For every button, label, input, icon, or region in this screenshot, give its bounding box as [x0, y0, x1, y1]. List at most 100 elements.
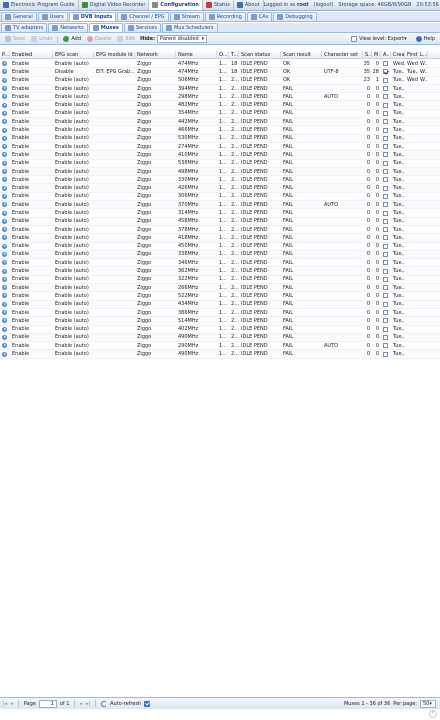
checkbox-icon[interactable]: [383, 310, 388, 316]
play-cell[interactable]: [0, 242, 10, 250]
play-cell[interactable]: [0, 176, 10, 184]
play-cell[interactable]: [0, 209, 10, 217]
active-checkbox[interactable]: [381, 134, 391, 142]
checkbox-icon[interactable]: [383, 243, 388, 249]
play-cell[interactable]: [0, 226, 10, 234]
column-header[interactable]: Name: [176, 50, 217, 59]
play-cell[interactable]: [0, 126, 10, 134]
play-cell[interactable]: [0, 60, 10, 68]
dvb-tab-2[interactable]: Muxes: [88, 23, 123, 32]
play-cell[interactable]: [0, 217, 10, 225]
play-icon[interactable]: [2, 77, 7, 83]
play-icon[interactable]: [2, 144, 7, 150]
config-tab-7[interactable]: Debugging: [273, 12, 317, 21]
active-checkbox[interactable]: [381, 85, 391, 93]
column-header[interactable]: P...: [0, 50, 10, 59]
play-icon[interactable]: [2, 202, 7, 208]
column-header[interactable]: First...: [405, 50, 418, 59]
first-page-icon[interactable]: |◂: [3, 701, 7, 707]
play-cell[interactable]: [0, 292, 10, 300]
play-icon[interactable]: [2, 235, 7, 241]
checkbox-icon[interactable]: [383, 210, 388, 216]
play-cell[interactable]: [0, 267, 10, 275]
play-icon[interactable]: [2, 102, 7, 108]
play-cell[interactable]: [0, 93, 10, 101]
active-checkbox[interactable]: [381, 242, 391, 250]
play-cell[interactable]: [0, 118, 10, 126]
active-checkbox[interactable]: [381, 118, 391, 126]
table-row[interactable]: Enable Enable (auto) Ziggo 490MHz 1... 2... ID…: [0, 350, 440, 359]
config-tab-2[interactable]: DVB Inputs: [68, 12, 117, 21]
edit-button[interactable]: Edit: [114, 35, 138, 44]
active-checkbox[interactable]: [381, 101, 391, 109]
play-icon[interactable]: [2, 86, 7, 92]
play-icon[interactable]: [2, 160, 7, 166]
help-button[interactable]: Help: [413, 35, 438, 44]
active-checkbox[interactable]: [381, 309, 391, 317]
checkbox-icon[interactable]: [383, 110, 388, 116]
play-cell[interactable]: [0, 68, 10, 76]
column-header[interactable]: Scan result: [281, 50, 322, 59]
play-cell[interactable]: [0, 143, 10, 151]
page-input[interactable]: 1: [38, 699, 57, 708]
checkbox-icon[interactable]: [383, 218, 388, 224]
play-icon[interactable]: [2, 310, 7, 316]
active-checkbox[interactable]: [381, 93, 391, 101]
top-tab-0[interactable]: Electronic Program Guide: [0, 0, 79, 10]
config-tab-5[interactable]: Recording: [204, 12, 246, 21]
checkbox-icon[interactable]: [383, 326, 388, 332]
per-page-select[interactable]: 50 ▾: [420, 699, 436, 708]
active-checkbox[interactable]: [381, 325, 391, 333]
dvb-tab-1[interactable]: Networks: [48, 23, 88, 32]
column-header[interactable]: Enabled: [10, 50, 53, 59]
add-button[interactable]: Add: [60, 35, 84, 44]
play-icon[interactable]: [2, 276, 7, 282]
play-icon[interactable]: [2, 185, 7, 191]
checkbox-icon[interactable]: [383, 185, 388, 191]
play-cell[interactable]: [0, 333, 10, 341]
play-icon[interactable]: [2, 169, 7, 175]
active-checkbox[interactable]: [381, 342, 391, 350]
checkbox-icon[interactable]: [383, 127, 388, 133]
config-tab-1[interactable]: Users: [37, 12, 68, 21]
play-cell[interactable]: [0, 151, 10, 159]
column-header[interactable]: Network: [135, 50, 176, 59]
play-cell[interactable]: [0, 250, 10, 258]
checkbox-icon[interactable]: [383, 169, 388, 175]
active-checkbox[interactable]: [381, 143, 391, 151]
checkbox-icon[interactable]: [383, 193, 388, 199]
top-tab-3[interactable]: Status: [203, 0, 234, 10]
play-cell[interactable]: [0, 234, 10, 242]
play-cell[interactable]: [0, 109, 10, 117]
play-icon[interactable]: [2, 94, 7, 100]
play-cell[interactable]: [0, 309, 10, 317]
dvb-tab-4[interactable]: Mux Schedulers: [161, 23, 218, 32]
play-icon[interactable]: [2, 243, 7, 249]
play-cell[interactable]: [0, 85, 10, 93]
checkbox-icon[interactable]: [383, 351, 388, 357]
play-cell[interactable]: [0, 76, 10, 84]
config-tab-6[interactable]: CAs: [246, 12, 273, 21]
active-checkbox[interactable]: [381, 176, 391, 184]
play-icon[interactable]: [2, 210, 7, 216]
checkbox-icon[interactable]: [383, 251, 388, 257]
checkbox-icon[interactable]: [383, 227, 388, 233]
refresh-icon[interactable]: [101, 700, 108, 707]
play-cell[interactable]: [0, 275, 10, 283]
play-cell[interactable]: [0, 350, 10, 358]
play-icon[interactable]: [2, 127, 7, 133]
checkbox-icon[interactable]: [383, 61, 388, 67]
column-header[interactable]: O...: [217, 50, 229, 59]
checkbox-icon[interactable]: [383, 177, 388, 183]
play-icon[interactable]: [2, 285, 7, 291]
column-header[interactable]: T...: [229, 50, 239, 59]
play-icon[interactable]: [2, 301, 7, 307]
active-checkbox[interactable]: [381, 300, 391, 308]
active-checkbox[interactable]: [381, 192, 391, 200]
active-checkbox[interactable]: [381, 284, 391, 292]
config-tab-3[interactable]: Channel / EPG: [117, 12, 169, 21]
checkbox-icon[interactable]: [383, 235, 388, 241]
play-icon[interactable]: [2, 268, 7, 274]
active-checkbox[interactable]: [381, 275, 391, 283]
play-icon[interactable]: [2, 135, 7, 141]
